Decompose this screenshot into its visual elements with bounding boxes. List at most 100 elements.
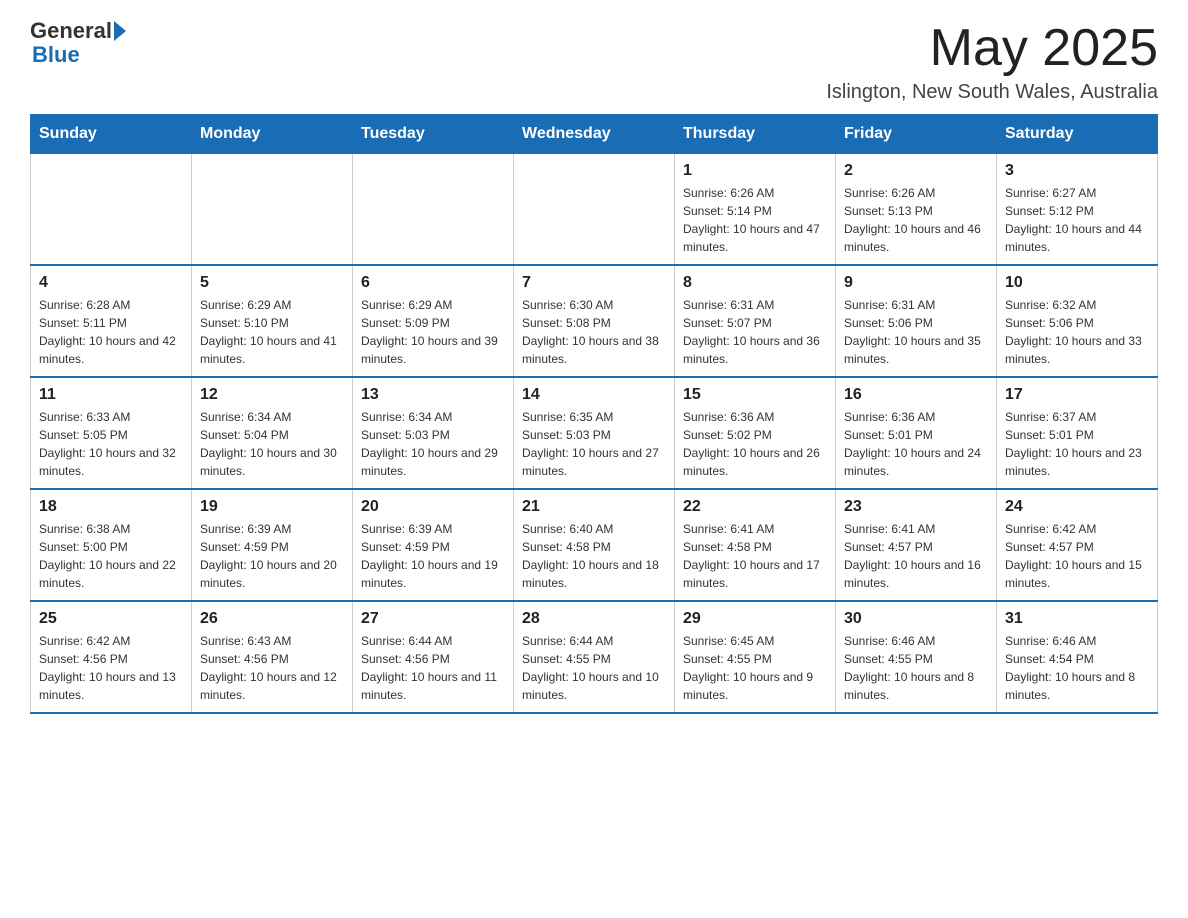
day-info: Sunrise: 6:39 AMSunset: 4:59 PMDaylight:… [200,520,344,592]
calendar-cell [192,154,353,266]
day-number: 31 [1005,610,1149,628]
day-number: 12 [200,386,344,404]
calendar-cell: 10 Sunrise: 6:32 AMSunset: 5:06 PMDayligh… [997,265,1158,377]
calendar-table: Sunday Monday Tuesday Wednesday Thursday… [30,114,1158,714]
day-info: Sunrise: 6:26 AMSunset: 5:14 PMDaylight:… [683,184,827,256]
day-info: Sunrise: 6:37 AMSunset: 5:01 PMDaylight:… [1005,408,1149,480]
calendar-cell: 11 Sunrise: 6:33 AMSunset: 5:05 PMDayligh… [31,377,192,489]
calendar-cell: 29 Sunrise: 6:45 AMSunset: 4:55 PMDayligh… [675,601,836,713]
day-number: 8 [683,274,827,292]
day-number: 17 [1005,386,1149,404]
col-friday: Friday [836,115,997,154]
day-number: 22 [683,498,827,516]
day-number: 7 [522,274,666,292]
day-number: 30 [844,610,988,628]
day-info: Sunrise: 6:46 AMSunset: 4:54 PMDaylight:… [1005,632,1149,704]
col-thursday: Thursday [675,115,836,154]
day-info: Sunrise: 6:39 AMSunset: 4:59 PMDaylight:… [361,520,505,592]
day-number: 9 [844,274,988,292]
calendar-week-row: 18Sunrise: 6:38 AMSunset: 5:00 PMDayligh… [31,489,1158,601]
day-number: 11 [39,386,183,404]
day-number: 10 [1005,274,1149,292]
calendar-cell: 27Sunrise: 6:44 AMSunset: 4:56 PMDayligh… [353,601,514,713]
day-info: Sunrise: 6:33 AMSunset: 5:05 PMDaylight:… [39,408,183,480]
calendar-cell: 25 Sunrise: 6:42 AMSunset: 4:56 PMDayligh… [31,601,192,713]
day-number: 26 [200,610,344,628]
day-info: Sunrise: 6:38 AMSunset: 5:00 PMDaylight:… [39,520,183,592]
calendar-cell: 3Sunrise: 6:27 AMSunset: 5:12 PMDaylight… [997,154,1158,266]
calendar-cell: 23Sunrise: 6:41 AMSunset: 4:57 PMDayligh… [836,489,997,601]
day-info: Sunrise: 6:29 AMSunset: 5:09 PMDaylight:… [361,296,505,368]
calendar-cell: 9 Sunrise: 6:31 AMSunset: 5:06 PMDaylight… [836,265,997,377]
day-info: Sunrise: 6:30 AMSunset: 5:08 PMDaylight:… [522,296,666,368]
day-number: 1 [683,162,827,180]
calendar-cell: 26 Sunrise: 6:43 AMSunset: 4:56 PMDayligh… [192,601,353,713]
day-info: Sunrise: 6:36 AMSunset: 5:02 PMDaylight:… [683,408,827,480]
day-number: 13 [361,386,505,404]
day-number: 16 [844,386,988,404]
day-info: Sunrise: 6:41 AMSunset: 4:58 PMDaylight:… [683,520,827,592]
calendar-week-row: 25 Sunrise: 6:42 AMSunset: 4:56 PMDayligh… [31,601,1158,713]
day-info: Sunrise: 6:41 AMSunset: 4:57 PMDaylight:… [844,520,988,592]
day-info: Sunrise: 6:31 AMSunset: 5:06 PMDaylight:… [844,296,988,368]
day-info: Sunrise: 6:32 AMSunset: 5:06 PMDaylight:… [1005,296,1149,368]
calendar-cell: 30 Sunrise: 6:46 AMSunset: 4:55 PMDayligh… [836,601,997,713]
calendar-cell: 6 Sunrise: 6:29 AMSunset: 5:09 PMDaylight… [353,265,514,377]
day-number: 29 [683,610,827,628]
day-info: Sunrise: 6:46 AMSunset: 4:55 PMDaylight:… [844,632,988,704]
calendar-cell: 18Sunrise: 6:38 AMSunset: 5:00 PMDayligh… [31,489,192,601]
title-section: May 2025 Islington, New South Wales, Aus… [826,20,1158,104]
calendar-cell: 7 Sunrise: 6:30 AMSunset: 5:08 PMDaylight… [514,265,675,377]
day-number: 28 [522,610,666,628]
calendar-cell: 24 Sunrise: 6:42 AMSunset: 4:57 PMDayligh… [997,489,1158,601]
day-number: 20 [361,498,505,516]
calendar-cell: 2Sunrise: 6:26 AMSunset: 5:13 PMDaylight… [836,154,997,266]
calendar-cell: 15 Sunrise: 6:36 AMSunset: 5:02 PMDayligh… [675,377,836,489]
day-info: Sunrise: 6:34 AMSunset: 5:04 PMDaylight:… [200,408,344,480]
day-info: Sunrise: 6:40 AMSunset: 4:58 PMDaylight:… [522,520,666,592]
day-info: Sunrise: 6:42 AMSunset: 4:57 PMDaylight:… [1005,520,1149,592]
calendar-week-row: 4Sunrise: 6:28 AMSunset: 5:11 PMDaylight… [31,265,1158,377]
calendar-cell: 17 Sunrise: 6:37 AMSunset: 5:01 PMDayligh… [997,377,1158,489]
calendar-cell: 31 Sunrise: 6:46 AMSunset: 4:54 PMDayligh… [997,601,1158,713]
day-number: 21 [522,498,666,516]
day-number: 2 [844,162,988,180]
day-info: Sunrise: 6:31 AMSunset: 5:07 PMDaylight:… [683,296,827,368]
logo-general-text: General [30,20,112,42]
calendar-cell [31,154,192,266]
day-number: 4 [39,274,183,292]
day-info: Sunrise: 6:36 AMSunset: 5:01 PMDaylight:… [844,408,988,480]
calendar-cell: 5Sunrise: 6:29 AMSunset: 5:10 PMDaylight… [192,265,353,377]
page-header: General Blue May 2025 Islington, New Sou… [30,20,1158,104]
calendar-cell: 13Sunrise: 6:34 AMSunset: 5:03 PMDayligh… [353,377,514,489]
calendar-cell: 1 Sunrise: 6:26 AMSunset: 5:14 PMDaylight… [675,154,836,266]
logo-arrow-icon [114,21,126,41]
logo: General Blue [30,20,126,68]
logo-blue-text: Blue [32,42,80,68]
col-wednesday: Wednesday [514,115,675,154]
calendar-week-row: 1 Sunrise: 6:26 AMSunset: 5:14 PMDaylight… [31,154,1158,266]
calendar-cell: 8 Sunrise: 6:31 AMSunset: 5:07 PMDaylight… [675,265,836,377]
header-row: Sunday Monday Tuesday Wednesday Thursday… [31,115,1158,154]
day-number: 14 [522,386,666,404]
calendar-cell: 4Sunrise: 6:28 AMSunset: 5:11 PMDaylight… [31,265,192,377]
day-number: 25 [39,610,183,628]
day-number: 6 [361,274,505,292]
calendar-header: Sunday Monday Tuesday Wednesday Thursday… [31,115,1158,154]
day-info: Sunrise: 6:29 AMSunset: 5:10 PMDaylight:… [200,296,344,368]
day-number: 15 [683,386,827,404]
col-monday: Monday [192,115,353,154]
day-info: Sunrise: 6:45 AMSunset: 4:55 PMDaylight:… [683,632,827,704]
day-info: Sunrise: 6:43 AMSunset: 4:56 PMDaylight:… [200,632,344,704]
day-info: Sunrise: 6:44 AMSunset: 4:55 PMDaylight:… [522,632,666,704]
day-number: 27 [361,610,505,628]
day-number: 24 [1005,498,1149,516]
location-title: Islington, New South Wales, Australia [826,81,1158,104]
calendar-cell: 22 Sunrise: 6:41 AMSunset: 4:58 PMDayligh… [675,489,836,601]
calendar-cell: 28 Sunrise: 6:44 AMSunset: 4:55 PMDayligh… [514,601,675,713]
calendar-cell [514,154,675,266]
calendar-cell [353,154,514,266]
calendar-cell: 20 Sunrise: 6:39 AMSunset: 4:59 PMDayligh… [353,489,514,601]
calendar-cell: 21 Sunrise: 6:40 AMSunset: 4:58 PMDayligh… [514,489,675,601]
day-info: Sunrise: 6:42 AMSunset: 4:56 PMDaylight:… [39,632,183,704]
